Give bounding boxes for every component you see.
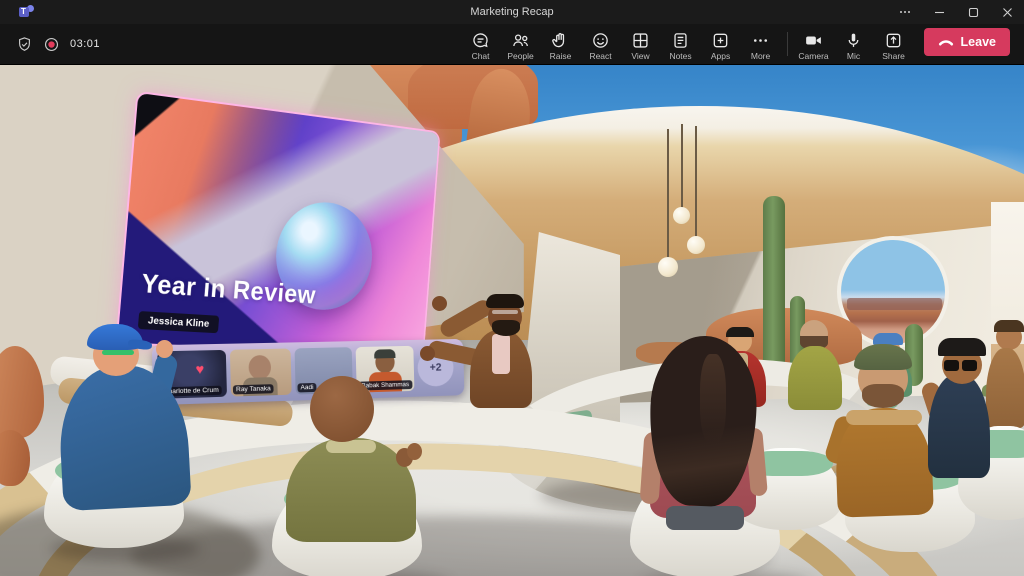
apps-plus-icon xyxy=(711,31,730,50)
video-strip: ♥ Charlotte de Crum Ray Tanaka Aadi Baba… xyxy=(152,339,465,405)
react-smiley-icon xyxy=(591,31,610,50)
participant-name-tag: Ray Tanaka xyxy=(233,384,274,394)
pendant-lamp xyxy=(658,257,678,277)
video-face xyxy=(248,355,271,380)
pendant-lamp xyxy=(673,207,690,224)
video-tile-ray[interactable]: Ray Tanaka xyxy=(230,348,292,396)
minimize-icon[interactable] xyxy=(922,0,956,24)
lamp-cord xyxy=(667,129,669,259)
apps-button[interactable]: Apps xyxy=(701,28,741,61)
raise-hand-button[interactable]: Raise xyxy=(541,28,581,61)
people-button[interactable]: People xyxy=(501,28,541,61)
view-button[interactable]: View xyxy=(621,28,661,61)
more-dots-icon xyxy=(751,31,770,50)
share-button[interactable]: Share xyxy=(874,28,914,61)
lamp-cord xyxy=(695,126,697,238)
toolbar-divider xyxy=(787,32,788,56)
shield-check-icon[interactable] xyxy=(16,36,33,53)
title-bar: T Marketing Recap xyxy=(0,0,1024,24)
maximize-icon[interactable] xyxy=(956,0,990,24)
camera-icon xyxy=(804,31,823,50)
people-icon xyxy=(511,31,530,50)
cactus-tall xyxy=(763,196,785,381)
notes-icon xyxy=(671,31,690,50)
chat-button[interactable]: Chat xyxy=(461,28,501,61)
heart-reaction: ♥ xyxy=(195,361,204,378)
recording-indicator-icon[interactable] xyxy=(43,36,60,53)
leave-button[interactable]: Leave xyxy=(924,28,1010,56)
presentation-screen[interactable]: Year in Review Jessica Kline xyxy=(118,93,439,357)
presenter-name-tag: Jessica Kline xyxy=(138,311,219,333)
more-button[interactable]: More xyxy=(741,28,781,61)
raise-hand-icon xyxy=(551,31,570,50)
meeting-timer: 03:01 xyxy=(70,38,100,50)
video-beanie xyxy=(374,349,395,358)
meeting-toolbar: 03:01 Chat People Raise xyxy=(0,24,1024,65)
immersive-scene[interactable]: Year in Review Jessica Kline ♥ Charlotte… xyxy=(0,24,1024,576)
lamp-cord xyxy=(681,124,683,209)
notes-button[interactable]: Notes xyxy=(661,28,701,61)
pendant-lamp xyxy=(687,236,705,254)
window-title: Marketing Recap xyxy=(0,6,1024,18)
mic-button[interactable]: Mic xyxy=(834,28,874,61)
hangup-icon xyxy=(938,36,954,48)
chat-icon xyxy=(471,31,490,50)
camera-button[interactable]: Camera xyxy=(794,28,834,61)
titlebar-more-icon[interactable] xyxy=(888,0,922,24)
share-icon xyxy=(884,31,903,50)
view-grid-icon xyxy=(631,31,650,50)
teams-window: T Marketing Recap xyxy=(0,0,1024,576)
mic-icon xyxy=(844,31,863,50)
close-icon[interactable] xyxy=(990,0,1024,24)
react-button[interactable]: React xyxy=(581,28,621,61)
